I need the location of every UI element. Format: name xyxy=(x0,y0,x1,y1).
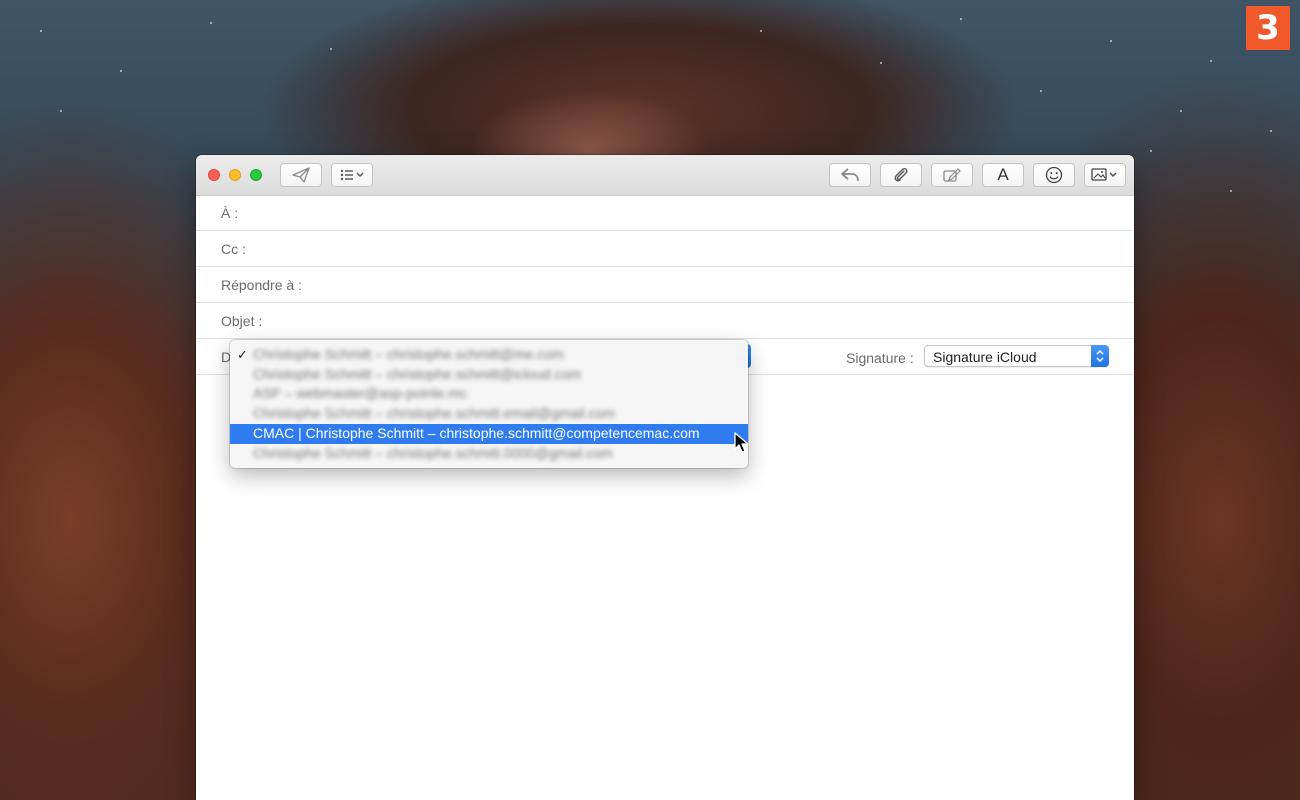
step-number-badge: 3 xyxy=(1246,6,1290,50)
signature-label: Signature : xyxy=(846,350,914,366)
menu-item-account-1[interactable]: ✓ Christophe Schmitt – christophe.schmit… xyxy=(230,345,748,365)
from-account-menu: ✓ Christophe Schmitt – christophe.schmit… xyxy=(230,340,748,468)
menu-item-account-cmac[interactable]: CMAC | Christophe Schmitt – christophe.s… xyxy=(230,424,748,444)
menu-item-account-3[interactable]: ASP – webmaster@asp-pointe.mc xyxy=(230,384,748,404)
menu-item-account-4[interactable]: Christophe Schmitt – christophe.schmitt.… xyxy=(230,404,748,424)
updown-chevron-icon xyxy=(1091,345,1109,367)
mail-compose-window: A À : Cc : Répondre à : Objet : D Signat… xyxy=(196,155,1134,800)
close-window-button[interactable] xyxy=(208,169,220,181)
minimize-window-button[interactable] xyxy=(229,169,241,181)
cc-field-row[interactable]: Cc : xyxy=(196,231,1134,267)
menu-item-label: Christophe Schmitt – christophe.schmitt@… xyxy=(253,346,564,362)
to-label: À : xyxy=(221,205,239,221)
reply-to-label: Répondre à : xyxy=(221,277,302,293)
menu-item-label: ASP – webmaster@asp-pointe.mc xyxy=(253,385,467,401)
paperclip-icon xyxy=(894,167,908,182)
paper-plane-icon xyxy=(292,167,310,183)
emoji-button[interactable] xyxy=(1033,163,1075,187)
window-titlebar: A xyxy=(196,155,1134,196)
markup-pen-icon xyxy=(943,168,961,182)
font-letter-icon: A xyxy=(997,165,1009,184)
cc-label: Cc : xyxy=(221,241,246,257)
checkmark-icon: ✓ xyxy=(237,347,248,362)
list-chevron-icon xyxy=(340,169,364,181)
zoom-window-button[interactable] xyxy=(250,169,262,181)
menu-item-account-6[interactable]: Christophe Schmitt – christophe.schmitt.… xyxy=(230,444,748,464)
subject-field-row[interactable]: Objet : xyxy=(196,303,1134,339)
photo-chevron-icon xyxy=(1091,168,1117,181)
to-field-row[interactable]: À : xyxy=(196,195,1134,231)
reply-button[interactable] xyxy=(829,163,871,187)
attach-button[interactable] xyxy=(880,163,922,187)
signature-value: Signature iCloud xyxy=(933,349,1037,365)
menu-item-label: CMAC | Christophe Schmitt – christophe.s… xyxy=(253,425,700,441)
header-fields-menu-button[interactable] xyxy=(331,163,373,187)
mouse-pointer-icon xyxy=(734,432,749,453)
subject-label: Objet : xyxy=(221,313,263,329)
reply-to-field-row[interactable]: Répondre à : xyxy=(196,267,1134,303)
menu-item-account-2[interactable]: Christophe Schmitt – christophe.schmitt@… xyxy=(230,365,748,385)
menu-item-label: Christophe Schmitt – christophe.schmitt.… xyxy=(253,444,613,461)
signature-select[interactable]: Signature iCloud xyxy=(924,345,1109,367)
markup-button[interactable] xyxy=(931,163,973,187)
photo-browser-button[interactable] xyxy=(1084,163,1126,187)
smiley-icon xyxy=(1045,166,1063,184)
menu-item-label: Christophe Schmitt – christophe.schmitt.… xyxy=(253,404,616,421)
send-button[interactable] xyxy=(280,163,322,187)
fonts-button[interactable]: A xyxy=(982,163,1024,187)
menu-item-label: Christophe Schmitt – christophe.schmitt@… xyxy=(253,365,581,382)
reply-arrow-icon xyxy=(841,168,859,182)
